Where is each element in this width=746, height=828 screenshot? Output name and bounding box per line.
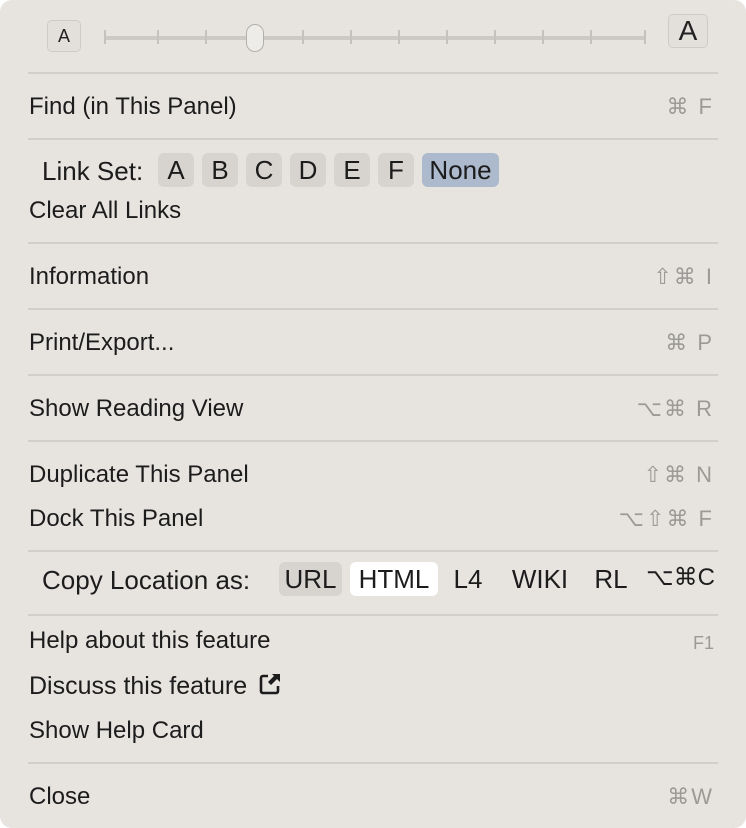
- link-set-option-c[interactable]: C: [246, 153, 282, 187]
- menu-separator: [28, 614, 718, 616]
- duplicate-panel-menu-item[interactable]: Duplicate This Panel: [29, 460, 249, 490]
- menu-separator: [28, 550, 718, 552]
- menu-separator: [28, 138, 718, 140]
- slider-tick: [644, 30, 646, 44]
- dock-panel-menu-item[interactable]: Dock This Panel: [29, 504, 203, 534]
- information-menu-item[interactable]: Information: [29, 262, 149, 292]
- panel-context-menu: A A Find (in This Panel) ⌘ F Link Set: A…: [0, 0, 746, 828]
- copy-location-l4[interactable]: L4: [446, 562, 490, 596]
- help-about-feature-item[interactable]: Help about this feature: [29, 626, 271, 656]
- slider-tick: [398, 30, 400, 44]
- information-shortcut: ⇧⌘ I: [653, 264, 714, 289]
- reading-view-menu-item[interactable]: Show Reading View: [29, 394, 243, 424]
- menu-separator: [28, 762, 718, 764]
- decrease-font-button[interactable]: A: [47, 20, 81, 52]
- link-set-label: Link Set:: [42, 156, 144, 186]
- find-menu-item[interactable]: Find (in This Panel): [29, 92, 237, 122]
- copy-location-shortcut: ⌥⌘C: [646, 564, 715, 591]
- copy-location-html[interactable]: HTML: [350, 562, 438, 596]
- link-set-option-f[interactable]: F: [378, 153, 414, 187]
- slider-tick: [446, 30, 448, 44]
- copy-location-url[interactable]: URL: [279, 562, 342, 596]
- copy-location-wiki[interactable]: WIKI: [504, 562, 576, 596]
- menu-separator: [28, 374, 718, 376]
- menu-separator: [28, 72, 718, 74]
- font-size-slider-thumb[interactable]: [246, 24, 264, 52]
- slider-tick: [302, 30, 304, 44]
- external-link-icon: [259, 674, 281, 695]
- discuss-feature-item[interactable]: Discuss this feature: [29, 671, 282, 701]
- slider-tick: [494, 30, 496, 44]
- slider-tick: [542, 30, 544, 44]
- copy-location-rl[interactable]: RL: [588, 562, 634, 596]
- link-set-option-e[interactable]: E: [334, 153, 370, 187]
- find-shortcut: ⌘ F: [666, 94, 714, 119]
- font-size-slider-track[interactable]: [104, 36, 646, 40]
- link-set-option-d[interactable]: D: [290, 153, 326, 187]
- link-set-option-a[interactable]: A: [158, 153, 194, 187]
- help-shortcut: F1: [692, 633, 714, 653]
- close-shortcut: ⌘W: [667, 784, 714, 809]
- slider-tick: [205, 30, 207, 44]
- link-set-option-none[interactable]: None: [422, 153, 499, 187]
- close-menu-item[interactable]: Close: [29, 782, 90, 812]
- print-export-menu-item[interactable]: Print/Export...: [29, 328, 174, 358]
- link-set-option-b[interactable]: B: [202, 153, 238, 187]
- clear-all-links-item[interactable]: Clear All Links: [29, 196, 181, 226]
- menu-separator: [28, 440, 718, 442]
- duplicate-panel-shortcut: ⇧⌘ N: [643, 462, 714, 487]
- increase-font-button[interactable]: A: [668, 14, 708, 48]
- slider-tick: [350, 30, 352, 44]
- dock-panel-shortcut: ⌥⇧⌘ F: [618, 506, 714, 531]
- menu-separator: [28, 242, 718, 244]
- reading-view-shortcut: ⌥⌘ R: [636, 396, 714, 421]
- discuss-feature-label: Discuss this feature: [29, 672, 248, 700]
- copy-location-label: Copy Location as:: [42, 565, 251, 595]
- slider-tick: [590, 30, 592, 44]
- slider-tick: [104, 30, 106, 44]
- show-help-card-item[interactable]: Show Help Card: [29, 716, 204, 746]
- slider-tick: [157, 30, 159, 44]
- menu-separator: [28, 308, 718, 310]
- print-export-shortcut: ⌘ P: [665, 330, 714, 355]
